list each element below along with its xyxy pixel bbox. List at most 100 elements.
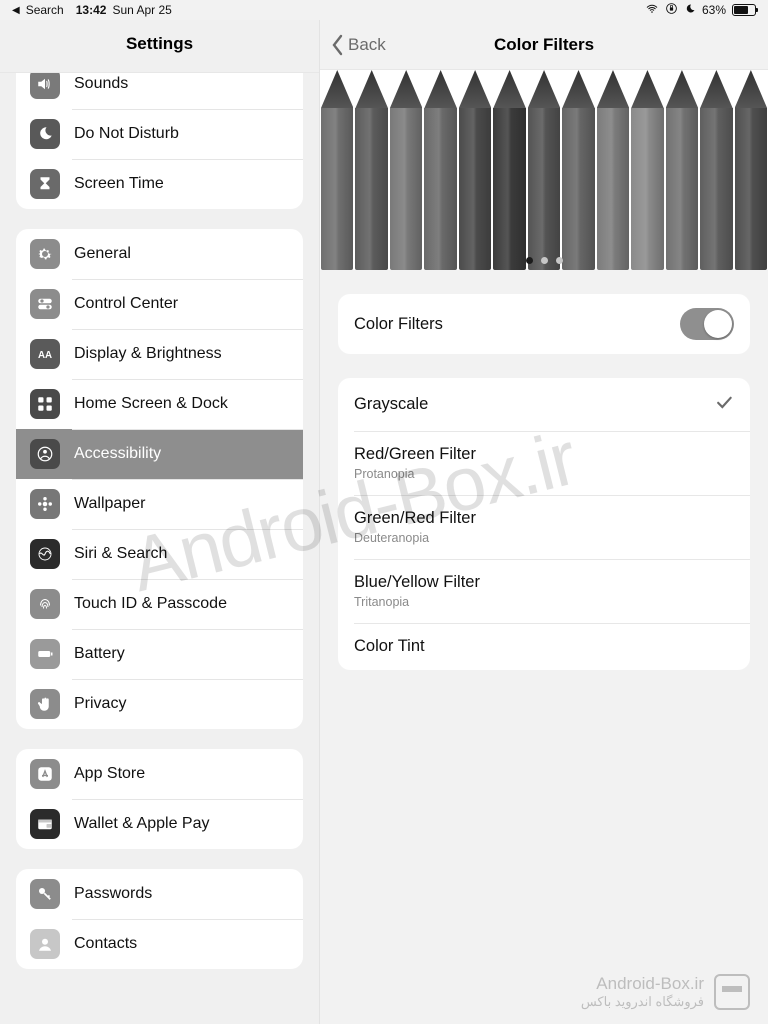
back-caret-icon: ◀ <box>12 5 20 16</box>
sidebar-item-label: Touch ID & Passcode <box>74 595 227 613</box>
battery-icon <box>30 639 60 669</box>
filter-sublabel: Protanopia <box>354 467 476 481</box>
preview-pencil <box>734 70 768 270</box>
filter-option[interactable]: Grayscale <box>338 378 750 431</box>
sidebar-item-general[interactable]: General <box>16 229 303 279</box>
sidebar-item-wallpaper[interactable]: Wallpaper <box>16 479 303 529</box>
preview-pencil <box>561 70 595 270</box>
aa-icon: AA <box>30 339 60 369</box>
preview-pencil <box>596 70 630 270</box>
sidebar-item-label: Battery <box>74 645 125 663</box>
preview-pencil <box>458 70 492 270</box>
moon-icon <box>30 119 60 149</box>
filter-option[interactable]: Color Tint <box>338 623 750 670</box>
preview-pencil <box>699 70 733 270</box>
sidebar-item-label: Contacts <box>74 935 137 953</box>
filter-option[interactable]: Red/Green FilterProtanopia <box>338 431 750 495</box>
sidebar-item-display[interactable]: AA Display & Brightness <box>16 329 303 379</box>
detail-title: Color Filters <box>320 35 768 55</box>
battery-percent: 63% <box>702 3 726 17</box>
back-label: Back <box>348 35 386 55</box>
filter-label: Blue/Yellow Filter <box>354 573 480 592</box>
sidebar-item-label: Home Screen & Dock <box>74 395 228 413</box>
hand-icon <box>30 689 60 719</box>
battery-icon <box>732 4 756 16</box>
preview-pencil <box>630 70 664 270</box>
gear-icon <box>30 239 60 269</box>
sidebar-item-label: Display & Brightness <box>74 345 222 363</box>
sidebar-item-label: Control Center <box>74 295 178 313</box>
filter-option[interactable]: Blue/Yellow Filter Tritanopia <box>338 559 750 623</box>
sidebar-item-privacy[interactable]: Privacy <box>16 679 303 729</box>
page-dot[interactable] <box>526 257 533 264</box>
sidebar-item-battery[interactable]: Battery <box>16 629 303 679</box>
filter-sublabel: Tritanopia <box>354 595 480 609</box>
wifi-icon <box>645 3 659 18</box>
page-dot[interactable] <box>541 257 548 264</box>
sidebar-item-label: General <box>74 245 131 263</box>
sidebar-item-control-center[interactable]: Control Center <box>16 279 303 329</box>
sidebar-item-siri[interactable]: Siri & Search <box>16 529 303 579</box>
status-time: 13:42 <box>76 3 107 17</box>
sidebar-item-passwords[interactable]: Passwords <box>16 869 303 919</box>
fingerprint-icon <box>30 589 60 619</box>
filter-option[interactable]: Green/Red Filter Deuteranopia <box>338 495 750 559</box>
sidebar-item-label: Privacy <box>74 695 126 713</box>
filter-sublabel: Deuteranopia <box>354 531 476 545</box>
sidebar-title: Settings <box>0 20 319 73</box>
sidebar-item-home-dock[interactable]: Home Screen & Dock <box>16 379 303 429</box>
color-filters-toggle-row[interactable]: Color Filters <box>338 294 750 354</box>
sidebar-item-label: Screen Time <box>74 175 164 193</box>
preview-pencil <box>354 70 388 270</box>
sidebar-item-sounds[interactable]: Sounds <box>16 73 303 109</box>
toggle-label: Color Filters <box>354 315 443 334</box>
chevron-left-icon <box>330 34 344 56</box>
checkmark-icon <box>714 392 734 417</box>
sidebar-item-screen-time[interactable]: Screen Time <box>16 159 303 209</box>
color-filters-toggle[interactable] <box>680 308 734 340</box>
sidebar-item-touchid[interactable]: Touch ID & Passcode <box>16 579 303 629</box>
preview-pencil <box>527 70 561 270</box>
sidebar-item-app-store[interactable]: App Store <box>16 749 303 799</box>
status-back-app[interactable]: Search <box>26 3 64 17</box>
speaker-icon <box>30 73 60 99</box>
preview-pencil <box>389 70 423 270</box>
sidebar-item-label: App Store <box>74 765 145 783</box>
grid-icon <box>30 389 60 419</box>
sidebar-item-label: Siri & Search <box>74 545 167 563</box>
sidebar-item-label: Do Not Disturb <box>74 125 179 143</box>
appstore-icon <box>30 759 60 789</box>
sidebar-item-wallet[interactable]: Wallet & Apple Pay <box>16 799 303 849</box>
key-icon <box>30 879 60 909</box>
toggles-icon <box>30 289 60 319</box>
back-button[interactable]: Back <box>320 34 386 56</box>
person-icon <box>30 439 60 469</box>
filter-preview[interactable] <box>320 70 768 270</box>
page-dot[interactable] <box>556 257 563 264</box>
sidebar: Settings Sounds Do Not Disturb Screen Time… <box>0 20 320 1024</box>
sidebar-item-dnd[interactable]: Do Not Disturb <box>16 109 303 159</box>
siri-icon <box>30 539 60 569</box>
sidebar-item-contacts[interactable]: Contacts <box>16 919 303 969</box>
preview-pencil <box>665 70 699 270</box>
sidebar-item-label: Wallet & Apple Pay <box>74 815 209 833</box>
page-dots <box>320 257 768 264</box>
sidebar-item-label: Wallpaper <box>74 495 145 513</box>
sidebar-item-label: Passwords <box>74 885 152 903</box>
wallet-icon <box>30 809 60 839</box>
svg-text:AA: AA <box>38 350 52 361</box>
status-bar: ◀ Search 13:42 Sun Apr 25 63% <box>0 0 768 20</box>
sidebar-item-label: Accessibility <box>74 445 161 463</box>
detail-pane: Back Color Filters Color Filters Graysca… <box>320 20 768 1024</box>
sidebar-item-accessibility[interactable]: Accessibility <box>16 429 303 479</box>
flower-icon <box>30 489 60 519</box>
hourglass-icon <box>30 169 60 199</box>
preview-pencil <box>492 70 526 270</box>
sidebar-item-label: Sounds <box>74 75 128 93</box>
filter-label: Green/Red Filter <box>354 509 476 528</box>
preview-pencil <box>423 70 457 270</box>
filter-label: Grayscale <box>354 395 428 414</box>
status-date: Sun Apr 25 <box>112 3 171 17</box>
filter-label: Color Tint <box>354 637 425 656</box>
preview-pencil <box>320 70 354 270</box>
